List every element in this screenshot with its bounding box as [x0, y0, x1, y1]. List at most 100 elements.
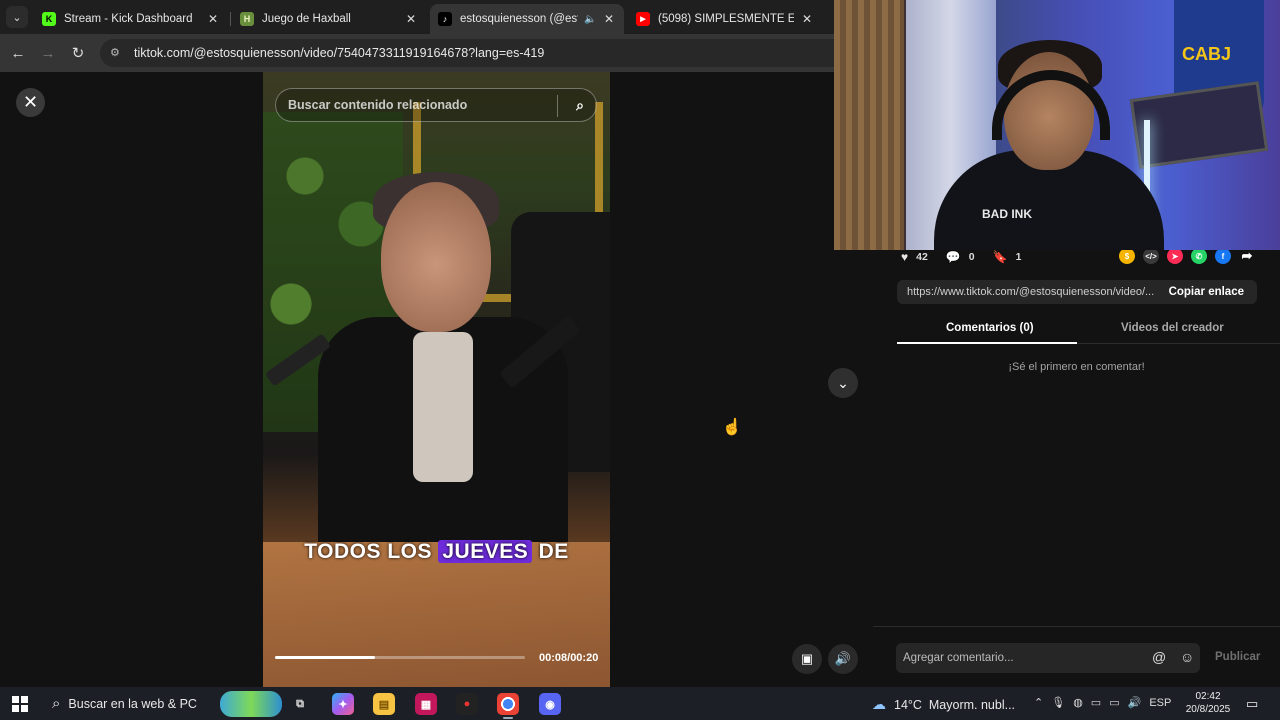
active-app-indicator — [503, 717, 513, 719]
send-icon[interactable]: ➤ — [1167, 248, 1183, 264]
windows-start-icon[interactable] — [12, 696, 28, 712]
related-search-input[interactable]: Buscar contenido relacionado ⌕ — [275, 88, 597, 122]
obs-icon[interactable]: ● — [456, 693, 478, 715]
save-count: 1 — [1015, 251, 1022, 263]
close-tab-icon[interactable]: ✕ — [404, 12, 418, 26]
empty-comments-message: ¡Sé el primero en comentar! — [1008, 361, 1145, 373]
chevron-down-icon[interactable]: ⌄ — [828, 368, 858, 398]
windows-taskbar: ⌕ Buscar en la web & PC ⧉ ✦ ▤ ▦ ● ◉ ☁ 14… — [0, 687, 1280, 720]
coin-icon[interactable]: $ — [1119, 248, 1135, 264]
comment-composer: Agregar comentario... @ ☺ Publicar — [873, 626, 1280, 687]
emoji-icon[interactable]: ☺ — [1180, 649, 1194, 665]
weather-text: Mayorm. nubl... — [928, 697, 1016, 712]
system-tray: ⌃ 🎙 ◍ ▭ ▭ 🔊 ESP — [1034, 696, 1179, 710]
embed-icon[interactable]: </> — [1143, 248, 1159, 264]
tab-comments[interactable]: Comentarios (0) — [946, 322, 1034, 334]
share-link-bar: https://www.tiktok.com/@estosquienesson/… — [897, 280, 1257, 304]
tab-haxball[interactable]: H Juego de Haxball ✕ — [232, 4, 426, 34]
volume-tray-icon[interactable]: 🔊 — [1128, 696, 1142, 709]
search-icon: ⌕ — [52, 695, 61, 712]
microphone-icon[interactable]: 🎙 — [1051, 696, 1065, 709]
progress-fill — [275, 656, 375, 659]
youtube-icon: ▶ — [636, 12, 650, 26]
tab-divider — [230, 12, 231, 26]
task-view-icon[interactable]: ⧉ — [289, 693, 311, 715]
search-highlight-image — [220, 691, 282, 717]
curtain — [834, 0, 904, 250]
whatsapp-icon[interactable]: ✆ — [1191, 248, 1207, 264]
close-tab-icon[interactable]: ✕ — [800, 12, 814, 26]
tab-creator-videos[interactable]: Videos del creador — [1121, 322, 1224, 334]
copilot-icon[interactable]: ✦ — [332, 693, 354, 715]
video-player[interactable]: Buscar contenido relacionado ⌕ TODOS LOS… — [263, 72, 610, 687]
taskbar-search[interactable]: ⌕ Buscar en la web & PC — [44, 687, 282, 720]
panel-tabs: Comentarios (0) Videos del creador — [897, 316, 1280, 344]
clock-time: 02:42 — [1195, 691, 1221, 702]
camera-icon[interactable]: ▭ — [1091, 696, 1101, 709]
address-text: tiktok.com/@estosquienesson/video/754047… — [134, 46, 545, 60]
taskbar-search-label: Buscar en la web & PC — [68, 696, 197, 711]
tab-title: estosquienesson (@estosqu — [460, 13, 578, 25]
obs-tray-icon[interactable]: ◍ — [1073, 696, 1083, 709]
share-arrow-icon[interactable]: ➦ — [1239, 248, 1255, 264]
caption-highlight: JUEVES — [438, 540, 533, 563]
back-icon[interactable]: ← — [7, 42, 29, 64]
comment-placeholder: Agregar comentario... — [903, 652, 1014, 664]
close-tab-icon[interactable]: ✕ — [602, 12, 616, 26]
speaker-icon[interactable]: 🔈 — [584, 14, 596, 25]
chevron-up-icon[interactable]: ⌃ — [1034, 696, 1043, 709]
kick-icon: K — [42, 12, 56, 26]
webcam-overlay: CABJ BAD INK — [834, 0, 1280, 250]
bookmark-icon[interactable]: 🔖 — [993, 250, 1008, 264]
comment-count: 0 — [968, 251, 975, 263]
search-icon[interactable]: ⌕ — [576, 97, 584, 114]
clock-date: 20/8/2025 — [1185, 704, 1231, 715]
volume-icon[interactable]: 🔊 — [828, 644, 858, 674]
caption-text: TODOS LOS — [304, 540, 439, 563]
close-icon[interactable]: ✕ — [16, 88, 45, 117]
weather-widget[interactable]: ☁ 14°C Mayorm. nubl... — [872, 696, 1015, 713]
site-info-icon[interactable]: ⚙ — [110, 46, 124, 60]
clock[interactable]: 02:42 20/8/2025 — [1180, 690, 1236, 716]
address-bar[interactable]: ⚙ tiktok.com/@estosquienesson/video/7540… — [100, 39, 860, 67]
language-indicator[interactable]: ESP — [1149, 697, 1171, 709]
tab-search-dropdown[interactable]: ⌄ — [6, 6, 28, 28]
calendar-app-icon[interactable]: ▦ — [415, 693, 437, 715]
tab-tiktok[interactable]: ♪ estosquienesson (@estosqu 🔈 ✕ — [430, 4, 624, 34]
facebook-icon[interactable]: f — [1215, 248, 1231, 264]
notification-icon[interactable]: ▭ — [1246, 696, 1258, 712]
engagement-stats: ♥ 42 💬 0 🔖 1 — [901, 250, 1039, 264]
video-timecode: 00:08/00:20 — [539, 652, 599, 664]
weather-temp: 14°C — [894, 697, 922, 712]
haxball-icon: H — [240, 12, 254, 26]
tab-title: Juego de Haxball — [262, 13, 351, 25]
reload-icon[interactable]: ↻ — [67, 42, 89, 64]
mention-icon[interactable]: @ — [1152, 649, 1166, 665]
search-placeholder: Buscar contenido relacionado — [288, 98, 468, 112]
tab-title: Stream - Kick Dashboard — [64, 13, 193, 25]
jersey-crest-text: CABJ — [1182, 44, 1232, 64]
active-tab-indicator — [897, 342, 1077, 344]
video-caption: TODOS LOS JUEVES DE — [263, 540, 610, 564]
copy-link-button[interactable]: Copiar enlace — [1156, 286, 1257, 298]
tab-title: (5098) SIMPLESMENTE ELA - M — [658, 13, 794, 25]
tab-youtube[interactable]: ▶ (5098) SIMPLESMENTE ELA - M ✕ — [628, 4, 822, 34]
comment-icon[interactable]: 💬 — [946, 250, 961, 264]
person-face — [381, 182, 491, 332]
like-count: 42 — [916, 251, 928, 263]
floating-player-icon[interactable]: ▣ — [792, 644, 822, 674]
person-shirt — [413, 332, 473, 482]
chrome-icon[interactable] — [497, 693, 519, 715]
tab-kick-dashboard[interactable]: K Stream - Kick Dashboard ✕ — [34, 4, 228, 34]
network-icon[interactable]: ▭ — [1109, 696, 1119, 709]
discord-icon[interactable]: ◉ — [539, 693, 561, 715]
close-tab-icon[interactable]: ✕ — [206, 12, 220, 26]
shirt-logo: BAD INK — [982, 207, 1032, 221]
publish-button[interactable]: Publicar — [1215, 651, 1260, 663]
heart-icon[interactable]: ♥ — [901, 250, 908, 264]
comment-input[interactable]: Agregar comentario... @ ☺ — [896, 643, 1200, 673]
caption-text-end: DE — [532, 540, 569, 563]
forward-icon[interactable]: → — [37, 42, 59, 64]
file-explorer-icon[interactable]: ▤ — [373, 693, 395, 715]
video-progress-bar[interactable] — [275, 656, 525, 659]
